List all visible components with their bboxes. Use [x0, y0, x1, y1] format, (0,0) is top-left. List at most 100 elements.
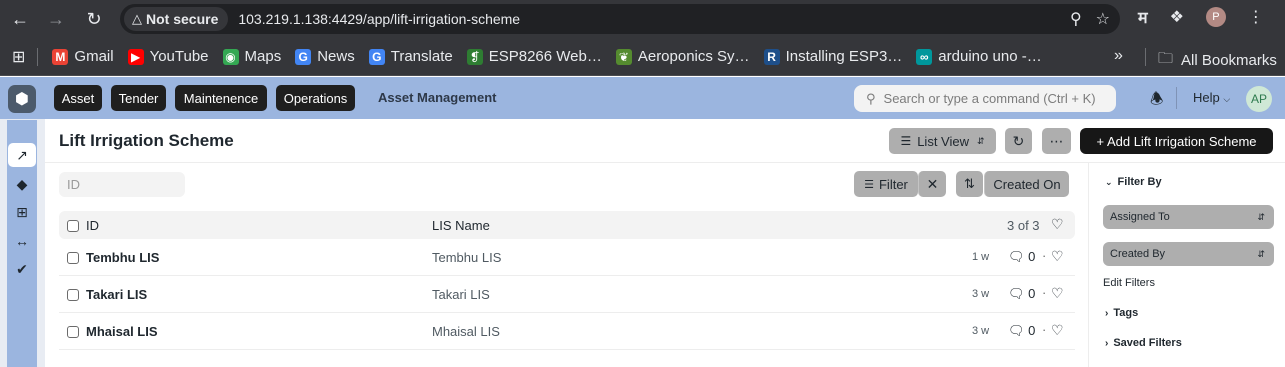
comment-count: 0 — [1028, 286, 1036, 301]
menu-maintenence[interactable]: Maintenence — [175, 85, 267, 111]
saved-filters-toggle[interactable]: › Saved Filters — [1105, 337, 1182, 349]
sort-direction-button[interactable]: ⇅ — [956, 171, 983, 197]
browser-toolbar: ← → ↻ △ Not secure 103.219.1.138:4429/app… — [0, 0, 1285, 38]
translate-icon: G — [368, 48, 385, 65]
like-heart-icon[interactable]: ♡ — [1051, 248, 1064, 265]
help-label: Help — [1193, 90, 1220, 105]
sort-by-dropdown[interactable]: Created On — [984, 171, 1069, 197]
updown-chevron-icon: ⇵ — [1257, 248, 1265, 259]
row-comments[interactable]: 🗨 0 — [1008, 323, 1035, 339]
row-id[interactable]: Mhaisal LIS — [86, 324, 158, 339]
tags-label: Tags — [1113, 307, 1139, 319]
collapse-icon[interactable]: ◆ — [8, 172, 36, 196]
assigned-to-select[interactable]: Assigned To ⇵ — [1103, 205, 1274, 229]
refresh-button[interactable]: ↻ — [1005, 128, 1032, 154]
open-external-icon[interactable]: ↗ — [8, 143, 36, 167]
grid-icon[interactable]: ⊞ — [8, 200, 36, 224]
add-lift-irrigation-scheme-button[interactable]: + Add Lift Irrigation Scheme — [1080, 128, 1273, 154]
search-placeholder: Search or type a command (Ctrl + K) — [883, 91, 1096, 106]
app-navbar: ⬢ Asset Tender Maintenence Operations As… — [0, 77, 1285, 119]
table-row[interactable]: Tembhu LIS Tembhu LIS 1 w 🗨 0 · ♡ — [59, 239, 1075, 276]
row-lis-name: Mhaisal LIS — [432, 324, 500, 339]
more-options-button[interactable]: ⋯ — [1042, 128, 1071, 154]
row-id[interactable]: Tembhu LIS — [86, 250, 159, 265]
command-search-input[interactable]: ⚲ Search or type a command (Ctrl + K) — [854, 85, 1116, 112]
clear-filter-button[interactable]: ✕ — [918, 171, 946, 197]
security-chip[interactable]: △ Not secure — [124, 7, 229, 31]
back-icon[interactable]: ← — [6, 5, 34, 33]
address-bar[interactable]: △ Not secure 103.219.1.138:4429/app/lift-… — [120, 4, 1120, 34]
row-checkbox[interactable] — [67, 326, 79, 338]
forward-icon[interactable]: → — [42, 5, 70, 33]
maps-icon: ◉ — [222, 48, 239, 65]
help-dropdown[interactable]: Help ⌵ — [1193, 90, 1230, 105]
bookmark-item[interactable]: ◉ Maps — [222, 48, 281, 65]
notification-bell-icon[interactable]: 🕭 — [1150, 89, 1163, 114]
navbar-divider — [1176, 87, 1177, 109]
all-bookmarks-link[interactable]: All Bookmarks — [1181, 52, 1277, 69]
filter-button[interactable]: ☰ Filter — [854, 171, 918, 197]
chevron-right-icon: › — [1105, 338, 1109, 349]
profile-avatar[interactable]: P — [1205, 7, 1226, 27]
bookmark-item[interactable]: ∞ arduino uno -… — [916, 48, 1042, 65]
updown-chevron-icon: ⇵ — [977, 135, 985, 146]
bookmark-label: News — [317, 48, 355, 65]
liked-filter-heart-icon[interactable]: ♡ — [1051, 216, 1064, 233]
translate-ext-icon[interactable]: म — [1138, 6, 1148, 28]
table-header: ID LIS Name 3 of 3 ♡ — [59, 211, 1075, 239]
user-avatar[interactable]: AP — [1246, 86, 1272, 112]
row-checkbox[interactable] — [67, 252, 79, 264]
apps-grid-icon[interactable]: ⊞ — [12, 47, 25, 67]
result-count: 3 of 3 — [1007, 218, 1040, 233]
menu-tender[interactable]: Tender — [111, 85, 166, 111]
bookmark-item[interactable]: G News — [295, 48, 355, 65]
created-by-select[interactable]: Created By ⇵ — [1103, 242, 1274, 266]
bookmark-item[interactable]: R Installing ESP3… — [763, 48, 902, 65]
app-logo-icon[interactable]: ⬢ — [8, 85, 36, 113]
edit-filters-link[interactable]: Edit Filters — [1103, 277, 1155, 289]
menu-asset[interactable]: Asset — [54, 85, 102, 111]
expand-width-icon[interactable]: ↔ — [8, 229, 36, 253]
filter-by-heading: Filter By — [1117, 176, 1162, 188]
filter-label: Filter — [878, 176, 908, 192]
bookmark-star-icon[interactable]: ☆ — [1096, 9, 1110, 29]
id-filter-input[interactable]: ID — [59, 172, 185, 197]
column-id[interactable]: ID — [86, 218, 99, 233]
row-id[interactable]: Takari LIS — [86, 287, 147, 302]
select-all-checkbox[interactable] — [67, 220, 79, 232]
bookmark-item[interactable]: ❡ ESP8266 Web… — [466, 48, 602, 65]
bookmark-item[interactable]: M Gmail — [52, 48, 114, 65]
like-heart-icon[interactable]: ♡ — [1051, 322, 1064, 339]
checkmark-icon[interactable]: ✔ — [8, 257, 36, 281]
separator-dot: · — [1042, 285, 1047, 300]
row-modified: 3 w — [972, 288, 990, 300]
column-lis-name[interactable]: LIS Name — [432, 218, 490, 233]
reload-icon[interactable]: ↻ — [80, 5, 108, 33]
bookmarks-overflow-button[interactable]: » — [1114, 47, 1123, 65]
row-comments[interactable]: 🗨 0 — [1008, 286, 1035, 302]
like-heart-icon[interactable]: ♡ — [1051, 285, 1064, 302]
url-text[interactable]: 103.219.1.138:4429/app/lift-irrigation-s… — [238, 11, 520, 27]
bookmark-item[interactable]: ▶ YouTube — [127, 48, 209, 65]
tags-toggle[interactable]: › Tags — [1105, 307, 1138, 319]
row-lis-name: Takari LIS — [432, 287, 490, 302]
row-comments[interactable]: 🗨 0 — [1008, 249, 1035, 265]
gmail-icon: M — [52, 48, 69, 65]
security-label: Not secure — [146, 11, 219, 27]
table-row[interactable]: Mhaisal LIS Mhaisal LIS 3 w 🗨 0 · ♡ — [59, 313, 1075, 350]
bookmark-item[interactable]: ❦ Aeroponics Sy… — [615, 48, 750, 65]
row-checkbox[interactable] — [67, 289, 79, 301]
list-view-dropdown[interactable]: ☰ List View ⇵ — [889, 128, 996, 154]
table-row[interactable]: Takari LIS Takari LIS 3 w 🗨 0 · ♡ — [59, 276, 1075, 313]
menu-kebab-icon[interactable]: ⋮ — [1248, 7, 1264, 27]
bookmarks-bar: ⊞ M Gmail ▶ YouTube ◉ Maps G News G Translate ❡ ESP… — [0, 38, 1285, 76]
bookmarks-divider-right — [1145, 48, 1146, 66]
extensions-icon[interactable]: ❖ — [1170, 7, 1184, 27]
zoom-icon[interactable]: ⚲ — [1070, 9, 1082, 29]
comment-icon: 🗨 — [1008, 286, 1025, 301]
bookmark-item[interactable]: G Translate — [368, 48, 453, 65]
menu-operations[interactable]: Operations — [276, 85, 355, 111]
comment-icon: 🗨 — [1008, 323, 1025, 338]
created-by-label: Created By — [1110, 248, 1166, 260]
filter-by-toggle[interactable]: ⌄ Filter By — [1105, 176, 1162, 188]
